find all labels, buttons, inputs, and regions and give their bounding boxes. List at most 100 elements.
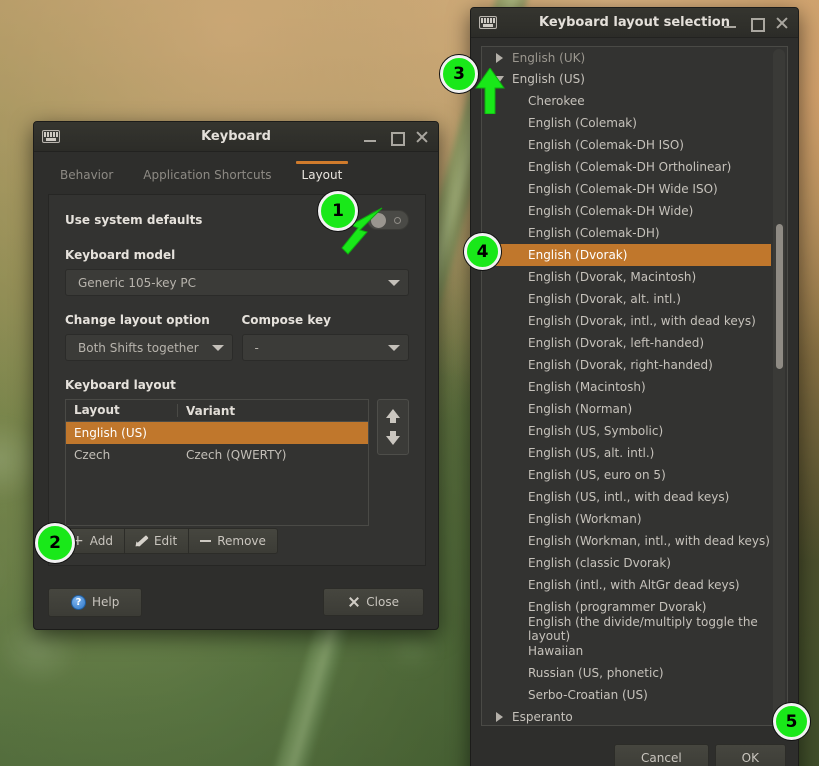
vertical-scrollbar[interactable] — [773, 49, 785, 723]
keyboard-layout-table[interactable]: Layout Variant English (US) Czech Czech … — [65, 399, 369, 526]
layout-window-footer: Cancel OK — [614, 744, 786, 766]
chevron-right-icon[interactable] — [490, 52, 508, 63]
minus-icon — [200, 540, 212, 542]
keyboard-tabs[interactable]: Behavior Application Shortcuts Layout — [34, 152, 438, 191]
layout-tree-item-label: English (intl., with AltGr dead keys) — [528, 578, 740, 592]
layout-tree-item[interactable]: English (Dvorak, Macintosh) — [482, 266, 771, 288]
layout-tree-item-label: English (Colemak-DH) — [528, 226, 660, 240]
layout-tree-item-label: English (UK) — [512, 50, 586, 65]
minimize-icon[interactable] — [362, 129, 378, 145]
layout-tree-item[interactable]: English (Colemak-DH Wide ISO) — [482, 178, 771, 200]
cell-variant: Czech (QWERTY) — [186, 448, 287, 462]
layout-tree-item[interactable]: English (Colemak-DH Ortholinear) — [482, 156, 771, 178]
layout-window-controls[interactable] — [722, 15, 790, 32]
tab-behavior[interactable]: Behavior — [48, 161, 125, 191]
layout-tree-item[interactable]: English (Colemak-DH) — [482, 222, 771, 244]
layout-tree-item-label: English (US) — [512, 72, 585, 86]
layout-tree-item[interactable]: English (intl., with AltGr dead keys) — [482, 574, 771, 596]
minimize-icon[interactable] — [722, 15, 738, 31]
keyboard-icon — [42, 130, 60, 143]
pencil-icon — [136, 535, 148, 547]
layout-tree-item[interactable]: Serbo-Croatian (US) — [482, 684, 771, 706]
layout-tree-item[interactable]: Hawaiian — [482, 640, 771, 662]
expander-triangle — [495, 711, 503, 722]
layout-tree-item[interactable]: English (Macintosh) — [482, 376, 771, 398]
layout-tree-item[interactable]: Cherokee — [482, 90, 771, 112]
close-button[interactable]: Close — [323, 588, 424, 616]
help-button[interactable]: ? Help — [48, 587, 143, 617]
ok-button[interactable]: OK — [714, 744, 786, 766]
layout-tree-item[interactable]: English (US) — [482, 68, 771, 90]
layout-tree-item[interactable]: English (Workman, intl., with dead keys) — [482, 530, 771, 552]
reorder-buttons[interactable] — [377, 399, 409, 455]
layout-window-titlebar[interactable]: Keyboard layout selection — [471, 8, 798, 38]
layout-tree-item[interactable]: English (the divide/multiply toggle the … — [482, 615, 771, 643]
layout-tree-item[interactable]: English (Dvorak, intl., with dead keys) — [482, 310, 771, 332]
layout-tree-item-label: English (programmer Dvorak) — [528, 600, 707, 614]
change-layout-option-select[interactable]: Both Shifts together — [65, 334, 233, 361]
layout-tree[interactable]: English (UK) English (US) Cherokee English … — [482, 47, 787, 725]
keyboard-window-titlebar[interactable]: Keyboard — [34, 122, 438, 152]
annotation-marker-3: 3 — [440, 55, 478, 93]
change-layout-option-group: Change layout option Both Shifts togethe… — [65, 313, 233, 361]
layout-tree-item-label: English (US, intl., with dead keys) — [528, 490, 730, 504]
move-up-icon[interactable] — [386, 409, 400, 423]
annotation-marker-2: 2 — [35, 523, 75, 563]
layout-tree-item[interactable]: Esperanto — [482, 706, 771, 725]
maximize-icon[interactable] — [748, 15, 765, 32]
keyboard-icon — [479, 16, 497, 29]
toggle-off-dot — [394, 217, 401, 224]
layout-tree-item[interactable]: English (UK) — [482, 47, 771, 68]
layout-tree-item-label: English (Dvorak, right-handed) — [528, 358, 713, 372]
scrollbar-thumb[interactable] — [776, 224, 783, 369]
compose-key-select[interactable]: - — [241, 334, 409, 361]
table-row[interactable]: Czech Czech (QWERTY) — [66, 444, 368, 466]
keyboard-layout-selection-window[interactable]: Keyboard layout selection English (UK) En… — [470, 7, 799, 766]
keyboard-settings-window[interactable]: Keyboard Behavior Application Shortcuts … — [33, 121, 439, 630]
table-row[interactable]: English (US) — [66, 422, 368, 444]
remove-layout-button[interactable]: Remove — [188, 528, 278, 554]
close-label: Close — [366, 595, 399, 609]
layout-tree-item[interactable]: English (Dvorak) — [482, 244, 771, 266]
layout-tree-scroll-area[interactable]: English (UK) English (US) Cherokee English … — [481, 46, 788, 726]
cancel-button[interactable]: Cancel — [614, 744, 709, 766]
layout-tree-item[interactable]: English (Dvorak, alt. intl.) — [482, 288, 771, 310]
annotation-marker-5: 5 — [773, 703, 810, 740]
layout-tree-item-label: English (the divide/multiply toggle the … — [528, 615, 758, 643]
layout-tree-item-label: Russian (US, phonetic) — [528, 666, 664, 680]
cell-layout: Czech — [74, 448, 111, 462]
tab-application-shortcuts[interactable]: Application Shortcuts — [131, 161, 283, 191]
edit-layout-button[interactable]: Edit — [123, 528, 190, 554]
layout-tree-item[interactable]: Russian (US, phonetic) — [482, 662, 771, 684]
help-label: Help — [92, 595, 120, 609]
layout-tree-item[interactable]: English (Dvorak, right-handed) — [482, 354, 771, 376]
layout-tree-item-label: English (Dvorak) — [528, 248, 628, 262]
layout-tree-item[interactable]: English (US, euro on 5) — [482, 464, 771, 486]
layout-tree-item[interactable]: English (Colemak) — [482, 112, 771, 134]
layout-tree-item[interactable]: English (Dvorak, left-handed) — [482, 332, 771, 354]
layout-tree-item[interactable]: English (US, alt. intl.) — [482, 442, 771, 464]
chevron-right-icon[interactable] — [490, 711, 508, 722]
keyboard-window-controls[interactable] — [362, 129, 430, 146]
use-system-defaults-label: Use system defaults — [65, 213, 203, 227]
close-icon[interactable] — [414, 129, 430, 145]
layout-tree-item[interactable]: English (Colemak-DH Wide) — [482, 200, 771, 222]
layout-tree-item-label: Esperanto — [512, 709, 573, 724]
layout-tree-item-label: English (US, euro on 5) — [528, 468, 666, 482]
layout-tree-item[interactable]: English (US, Symbolic) — [482, 420, 771, 442]
remove-layout-label: Remove — [217, 534, 266, 548]
keyboard-model-select[interactable]: Generic 105-key PC — [65, 269, 409, 296]
tab-layout[interactable]: Layout — [290, 161, 355, 191]
layout-tree-item[interactable]: English (Colemak-DH ISO) — [482, 134, 771, 156]
move-down-icon[interactable] — [386, 431, 400, 445]
layout-tree-item[interactable]: English (Workman) — [482, 508, 771, 530]
close-icon[interactable] — [774, 15, 790, 31]
layout-tree-item[interactable]: English (Norman) — [482, 398, 771, 420]
maximize-icon[interactable] — [388, 129, 405, 146]
layout-tree-item[interactable]: English (US, intl., with dead keys) — [482, 486, 771, 508]
layout-tree-item-label: Serbo-Croatian (US) — [528, 688, 648, 702]
layout-tree-item-label: English (Colemak-DH Ortholinear) — [528, 160, 732, 174]
layout-list-buttons[interactable]: + Add Edit Remove — [60, 528, 278, 554]
layout-tree-item[interactable]: English (classic Dvorak) — [482, 552, 771, 574]
cancel-label: Cancel — [641, 751, 682, 765]
